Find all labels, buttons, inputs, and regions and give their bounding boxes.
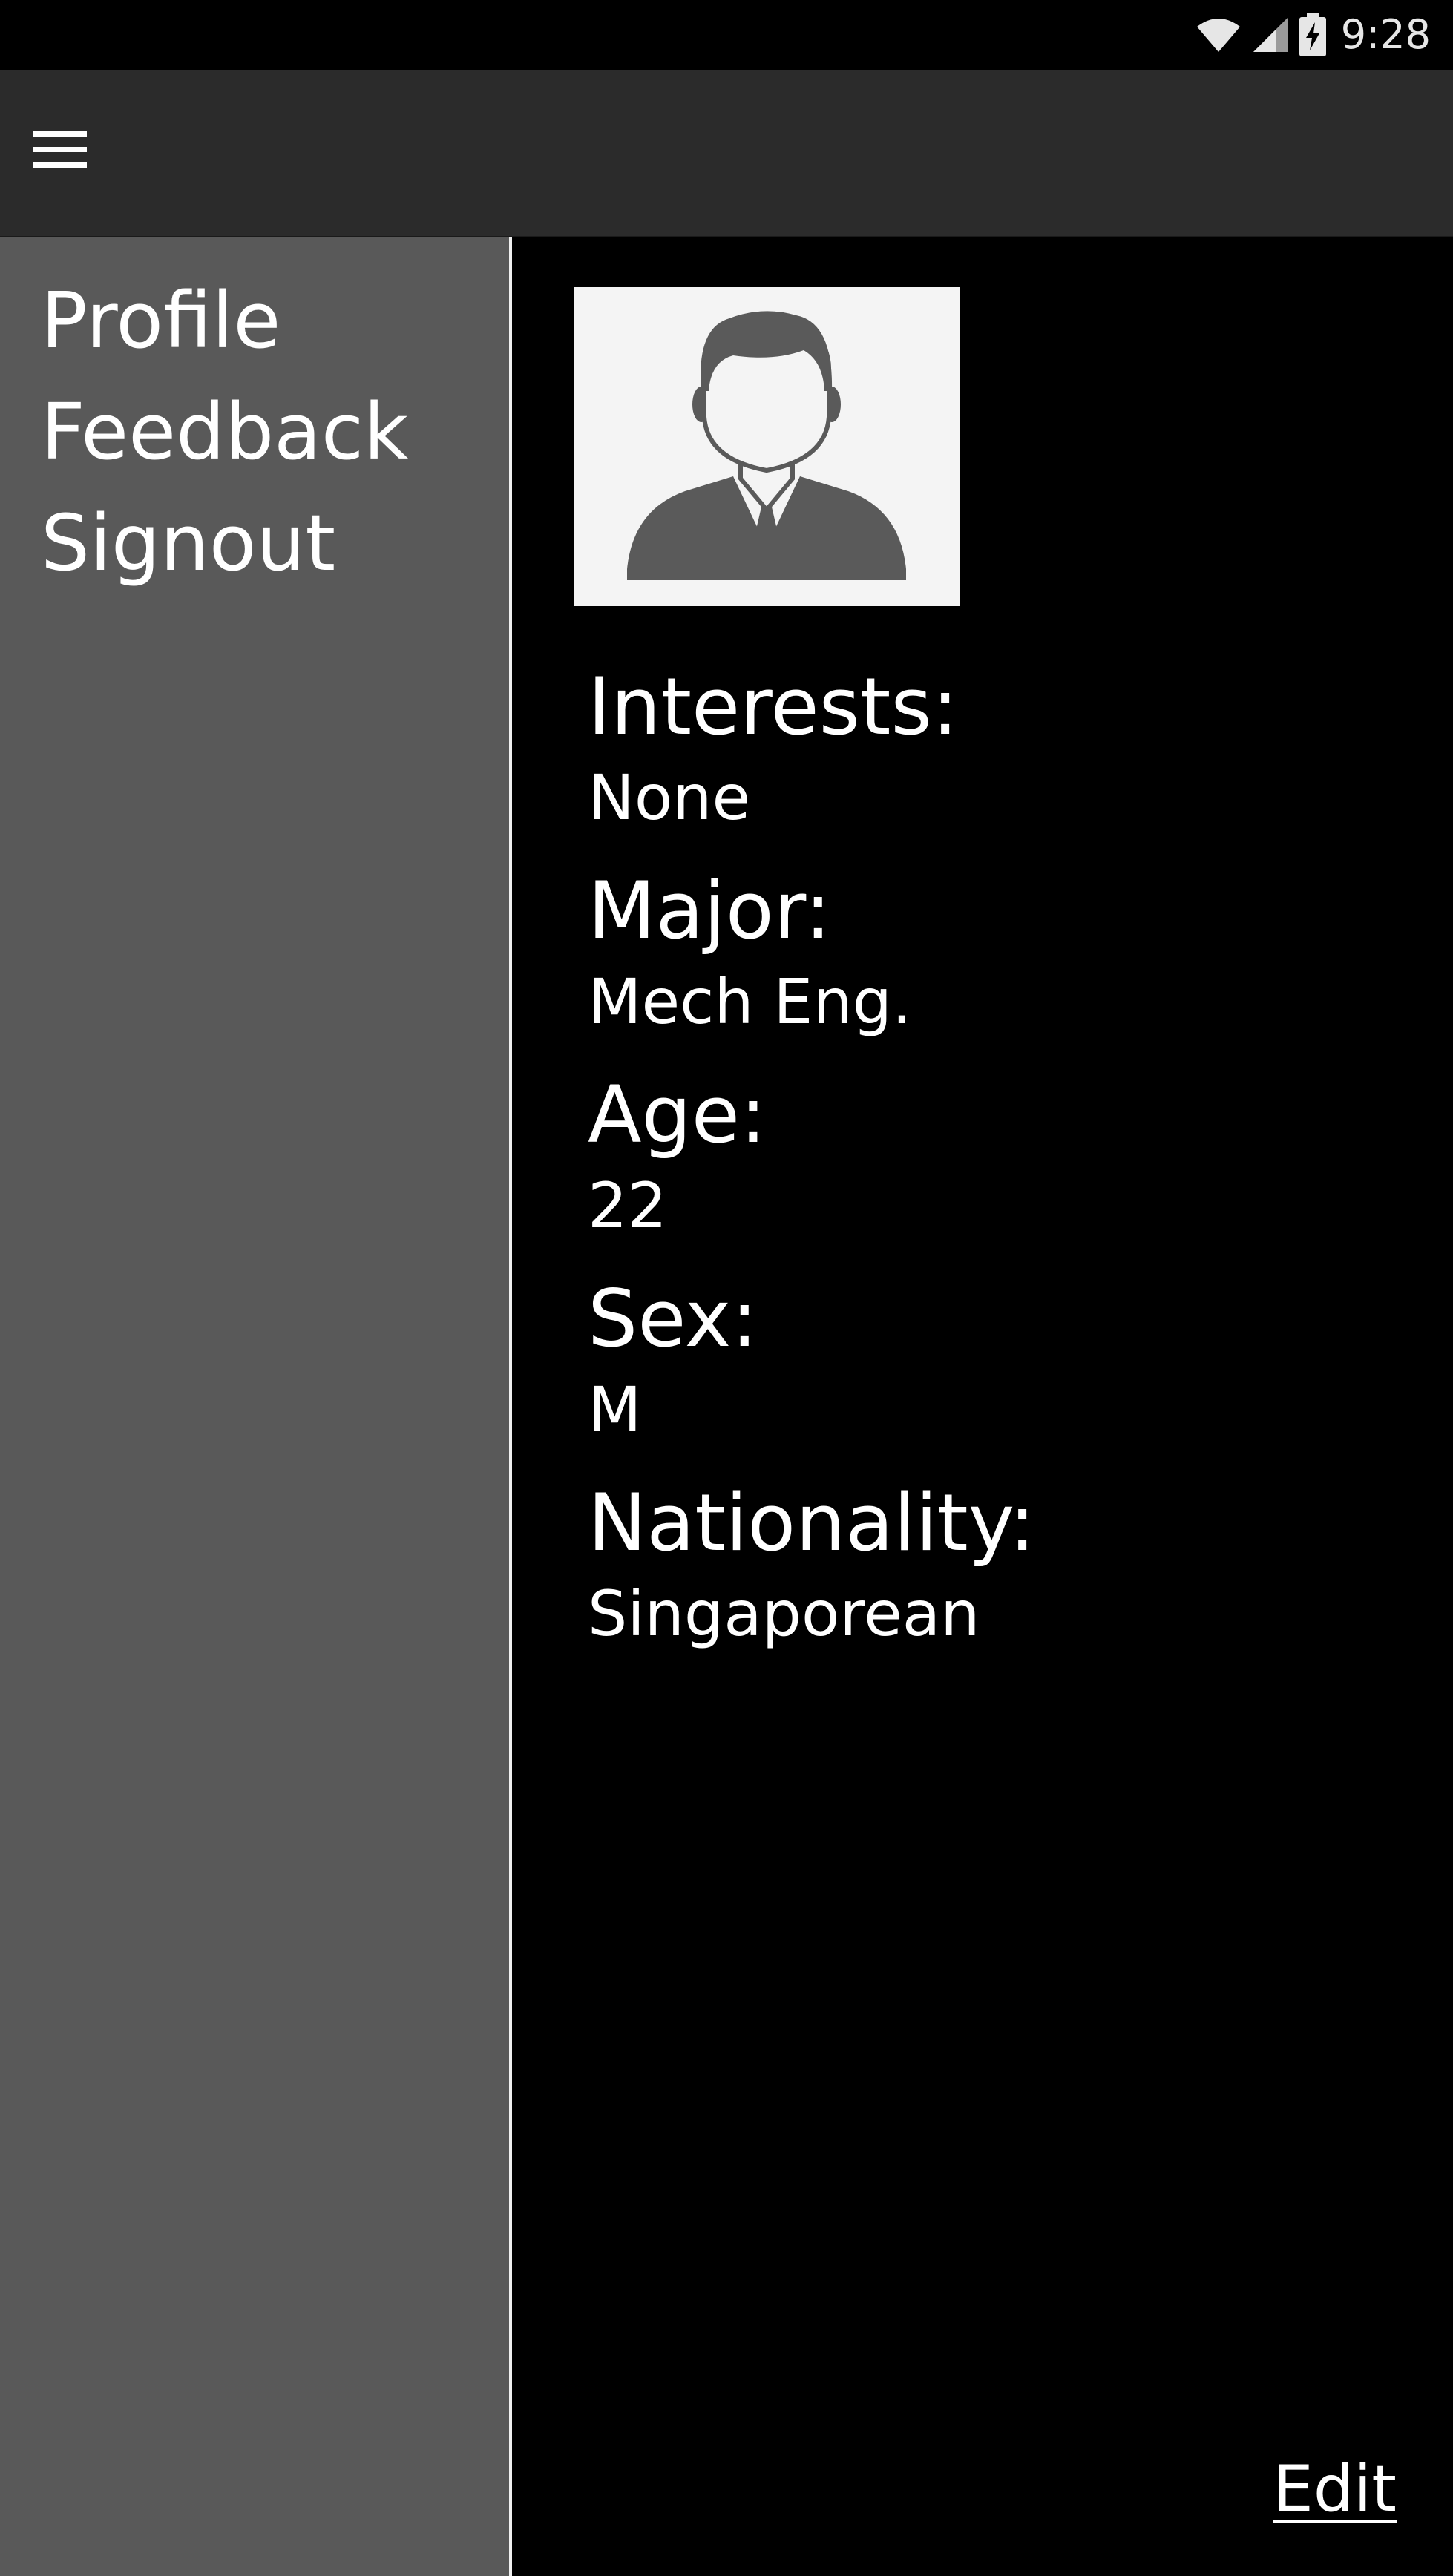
drawer-item-feedback[interactable]: Feedback	[41, 380, 408, 484]
hamburger-menu-icon	[33, 130, 87, 173]
cellular-signal-icon	[1252, 16, 1289, 53]
major-value: Mech Eng.	[588, 965, 912, 1038]
interests-value: None	[588, 761, 751, 834]
menu-button[interactable]	[27, 118, 94, 185]
edit-button[interactable]: Edit	[1273, 2448, 1397, 2530]
major-label: Major:	[588, 865, 832, 956]
drawer-item-signout[interactable]: Signout	[41, 491, 335, 595]
status-bar: 9:28	[0, 0, 1453, 70]
age-value: 22	[588, 1169, 667, 1242]
avatar	[574, 287, 960, 606]
status-time: 9:28	[1340, 11, 1431, 58]
drawer-item-profile[interactable]: Profile	[41, 269, 281, 372]
wifi-icon	[1195, 16, 1242, 53]
age-label: Age:	[588, 1069, 767, 1160]
sex-value: M	[588, 1373, 642, 1446]
profile-content: Interests: None Major: Mech Eng. Age: 22…	[512, 237, 1453, 2576]
sex-label: Sex:	[588, 1273, 758, 1364]
navigation-drawer: Profile Feedback Signout	[0, 237, 512, 2576]
app-bar	[0, 70, 1453, 237]
nationality-label: Nationality:	[588, 1477, 1036, 1568]
user-avatar-icon	[574, 311, 960, 606]
battery-charging-icon	[1299, 13, 1326, 56]
nationality-value: Singaporean	[588, 1577, 980, 1650]
status-icons: 9:28	[1195, 10, 1431, 59]
interests-label: Interests:	[588, 661, 959, 752]
